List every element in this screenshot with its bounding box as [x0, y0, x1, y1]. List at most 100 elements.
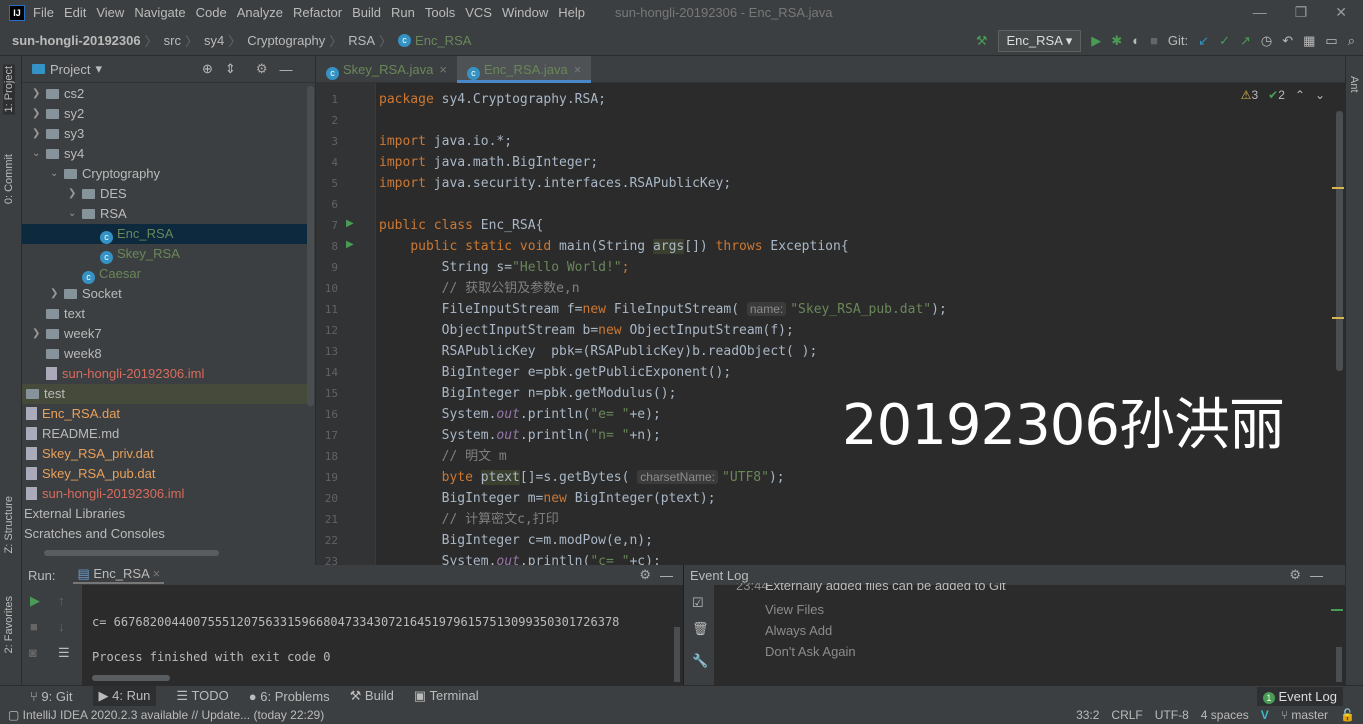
vertical-scrollbar[interactable]	[674, 627, 680, 682]
history-icon[interactable]: ◷	[1261, 33, 1272, 49]
trash-icon[interactable]: 🗑	[692, 621, 709, 637]
code-line[interactable]: BigInteger n=pbk.getModulus();	[379, 383, 677, 404]
vertical-scrollbar[interactable]	[1336, 647, 1342, 682]
chevron-icon[interactable]: ❯	[32, 324, 40, 344]
close-tab-icon[interactable]: ×	[439, 62, 447, 77]
run-gutter-icon[interactable]: ▶	[346, 239, 354, 250]
collapse-all-icon[interactable]: ⇕	[225, 61, 236, 77]
line-separator[interactable]: CRLF	[1111, 708, 1142, 722]
menu-edit[interactable]: Edit	[64, 5, 86, 20]
run-gutter-icon[interactable]: ▶	[346, 218, 354, 229]
breadcrumb-rsa[interactable]: RSA	[348, 33, 375, 48]
tree-item[interactable]: ⌄ sy4	[22, 144, 309, 164]
inspection-widget[interactable]: ⚠3 ✔2 ⌃ ⌄	[1241, 88, 1325, 102]
scroll-down-icon[interactable]: ↓	[58, 619, 65, 634]
menu-build[interactable]: Build	[352, 5, 381, 20]
tree-item[interactable]: week8	[22, 344, 309, 364]
rollback-icon[interactable]: ↶	[1282, 33, 1293, 49]
scroll-up-icon[interactable]: ↑	[58, 593, 65, 608]
breadcrumb-enc-rsa[interactable]: Enc_RSA	[415, 33, 471, 48]
todo-tool-button[interactable]: ☰ TODO	[176, 688, 228, 704]
debug-icon[interactable]: ✱	[1111, 33, 1122, 49]
dont-ask-again-link[interactable]: Don't Ask Again	[765, 644, 856, 659]
code-line[interactable]: import java.math.BigInteger;	[379, 152, 598, 173]
menu-file[interactable]: File	[33, 5, 54, 20]
git-update-icon[interactable]: ↙	[1198, 33, 1209, 49]
menu-run[interactable]: Run	[391, 5, 415, 20]
camera-icon[interactable]: ◙	[29, 645, 37, 660]
status-message[interactable]: IntelliJ IDEA 2020.2.3 available // Upda…	[23, 708, 325, 722]
next-highlight-icon[interactable]: ⌄	[1315, 88, 1325, 102]
tree-item[interactable]: c Skey_RSA	[22, 244, 309, 264]
stop-icon[interactable]: ■	[1150, 33, 1158, 48]
structure-tool-button[interactable]: Z: Structure	[3, 496, 15, 553]
problems-tool-button[interactable]: ● 6: Problems	[249, 689, 330, 704]
git-tool-button[interactable]: ⑂ 9: Git	[30, 689, 73, 704]
project-structure-icon[interactable]: ▦	[1303, 33, 1315, 49]
menu-view[interactable]: View	[96, 5, 124, 20]
chevron-icon[interactable]: ❯	[32, 124, 40, 144]
prev-highlight-icon[interactable]: ⌃	[1295, 88, 1305, 102]
chevron-icon[interactable]: ⌄	[32, 144, 40, 164]
breadcrumb-cryptography[interactable]: Cryptography	[247, 33, 325, 48]
code-line[interactable]: // 计算密文c,打印	[379, 509, 559, 530]
code-line[interactable]: byte ptext[]=s.getBytes( charsetName: "UT…	[379, 467, 785, 488]
tree-item[interactable]: ❯ sy2	[22, 104, 309, 124]
chevron-icon[interactable]: ❯	[32, 84, 40, 104]
vim-icon[interactable]: V	[1261, 708, 1269, 722]
tree-item[interactable]: Skey_RSA_priv.dat	[22, 444, 309, 464]
tab-skey-rsa-java[interactable]: c Skey_RSA.java ×	[316, 56, 457, 83]
hide-icon[interactable]: —	[279, 62, 292, 77]
tree-item[interactable]: c Caesar	[22, 264, 309, 284]
git-push-icon[interactable]: ↗	[1240, 33, 1251, 49]
gear-icon[interactable]: ⚙	[1289, 567, 1301, 583]
favorites-tool-button[interactable]: 2: Favorites	[3, 596, 15, 653]
file-encoding[interactable]: UTF-8	[1155, 708, 1189, 722]
caret-position[interactable]: 33:2	[1076, 708, 1099, 722]
menu-refactor[interactable]: Refactor	[293, 5, 342, 20]
menu-window[interactable]: Window	[502, 5, 548, 20]
restore-icon[interactable]: ❐	[1295, 4, 1308, 21]
code-line[interactable]: import java.io.*;	[379, 131, 512, 152]
breadcrumb-src[interactable]: src	[164, 33, 181, 48]
always-add-link[interactable]: Always Add	[765, 623, 832, 638]
event-log-tool-button[interactable]: 1 Event Log	[1256, 687, 1343, 706]
code-line[interactable]: import java.security.interfaces.RSAPubli…	[379, 173, 731, 194]
run-tab[interactable]: ▤ Enc_RSA ×	[73, 566, 165, 584]
layout-icon[interactable]: ▭	[1325, 33, 1337, 49]
locate-icon[interactable]: ⊕	[202, 61, 213, 77]
tree-item[interactable]: test	[22, 384, 309, 404]
menu-vcs[interactable]: VCS	[465, 5, 492, 20]
git-commit-icon[interactable]: ✓	[1219, 33, 1230, 49]
indent-setting[interactable]: 4 spaces	[1201, 708, 1249, 722]
gear-icon[interactable]: ⚙	[256, 61, 268, 77]
tab-enc-rsa-java[interactable]: c Enc_RSA.java ×	[456, 56, 592, 83]
code-line[interactable]: BigInteger m=new BigInteger(ptext);	[379, 488, 716, 509]
run-icon[interactable]: ▶	[1091, 33, 1101, 49]
code-line[interactable]: FileInputStream f=new FileInputStream( n…	[379, 299, 947, 320]
warning-marker[interactable]	[1332, 317, 1344, 319]
code-line[interactable]: // 获取公钥及参数e,n	[379, 278, 580, 299]
menu-code[interactable]: Code	[196, 5, 227, 20]
project-tool-button[interactable]: 1: Project	[3, 64, 15, 115]
tree-item[interactable]: ❯ DES	[22, 184, 309, 204]
tree-item[interactable]: c Enc_RSA	[22, 224, 309, 244]
breadcrumb-sy4[interactable]: sy4	[204, 33, 224, 48]
lock-icon[interactable]: 🔓	[1340, 708, 1355, 722]
close-tab-icon[interactable]: ×	[574, 62, 582, 77]
tree-item[interactable]: External Libraries	[22, 504, 309, 524]
rerun-icon[interactable]: ▶	[30, 593, 40, 609]
menu-help[interactable]: Help	[558, 5, 585, 20]
code-line[interactable]: String s="Hello World!";	[379, 257, 630, 278]
tree-item[interactable]: ❯ cs2	[22, 84, 309, 104]
ant-tool-button[interactable]: Ant	[1348, 76, 1360, 93]
chevron-icon[interactable]: ❯	[32, 104, 40, 124]
editor-scrollbar[interactable]	[1336, 111, 1343, 371]
project-view-dropdown[interactable]: Project	[50, 62, 90, 77]
build-hammer-icon[interactable]: ⚒	[976, 33, 988, 49]
breadcrumb-project[interactable]: sun-hongli-20192306	[12, 33, 141, 48]
menu-tools[interactable]: Tools	[425, 5, 455, 20]
tree-item[interactable]: ❯ week7	[22, 324, 309, 344]
warning-marker[interactable]	[1332, 187, 1344, 189]
tree-item[interactable]: README.md	[22, 424, 309, 444]
